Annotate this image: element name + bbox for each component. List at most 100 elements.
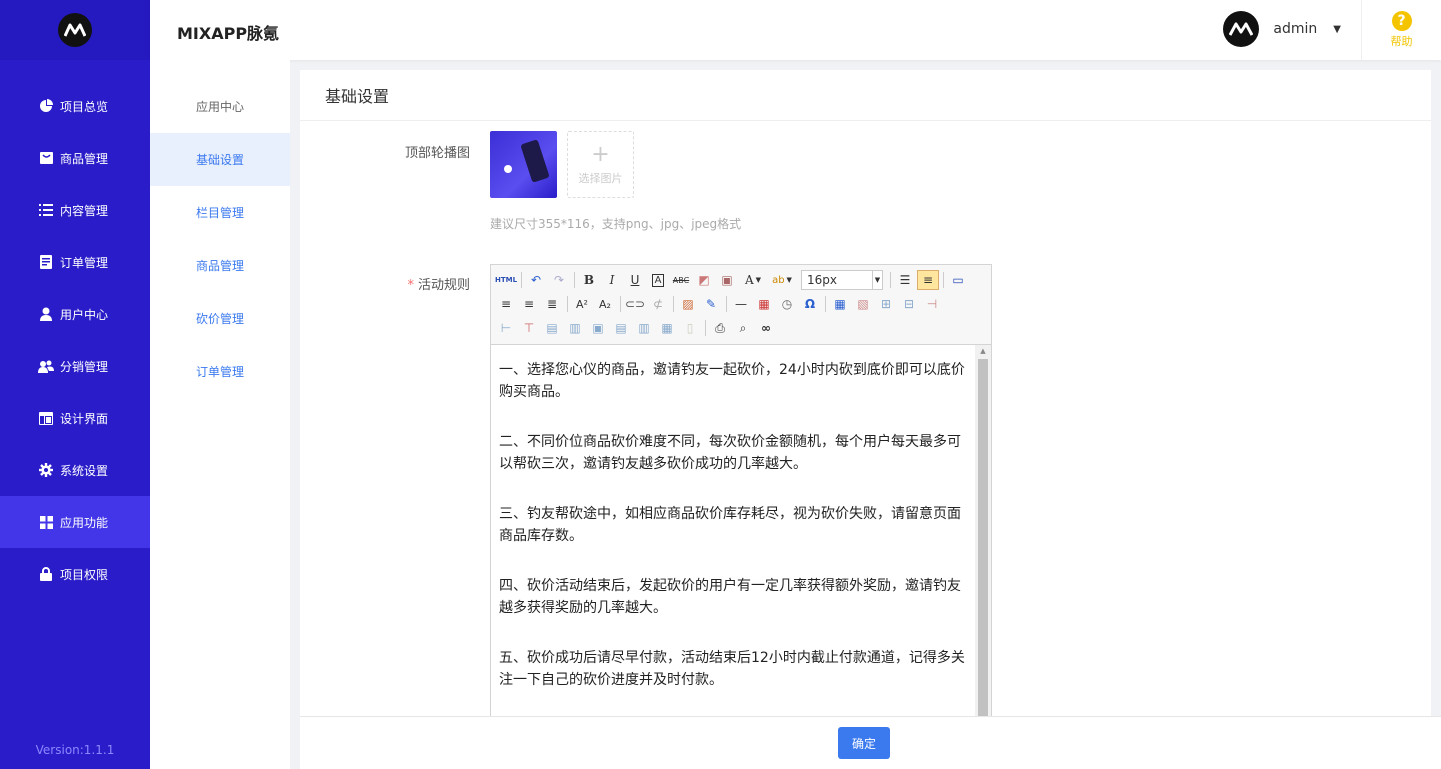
sidebar-item-users[interactable]: 用户中心 (0, 288, 150, 340)
date-icon[interactable]: ▦ (753, 294, 775, 314)
font-border-icon[interactable]: A (647, 270, 669, 290)
print-icon[interactable]: ⎙ (709, 318, 731, 338)
horizontal-rule-icon[interactable]: — (730, 294, 752, 314)
user-icon (38, 306, 54, 322)
list-icon (38, 202, 54, 218)
eraser-icon[interactable]: ◩ (693, 270, 715, 290)
merge-right-icon[interactable]: ▥ (564, 318, 586, 338)
subscript-icon[interactable]: A₂ (594, 294, 616, 314)
redo-icon[interactable]: ↷ (548, 270, 570, 290)
sidebar-item-label: 用户中心 (60, 307, 109, 322)
insert-col-icon[interactable]: ⊣ (921, 294, 943, 314)
time-icon[interactable]: ◷ (776, 294, 798, 314)
carousel-image-thumbnail[interactable] (490, 131, 557, 198)
help-button[interactable]: ? 帮助 (1361, 0, 1441, 60)
sidebar-item-label: 商品管理 (60, 151, 109, 166)
sidebar-item-orders[interactable]: 订单管理 (0, 236, 150, 288)
dot-graphic (504, 165, 512, 173)
table-icon[interactable]: ▦ (829, 294, 851, 314)
subnav-item-app-center[interactable]: 应用中心 (150, 80, 290, 133)
sidebar-item-distribution[interactable]: 分销管理 (0, 340, 150, 392)
html-source-icon[interactable]: HTML (495, 270, 517, 290)
superscript-icon[interactable]: A² (571, 294, 593, 314)
paste-icon[interactable]: ▣ (716, 270, 738, 290)
caret-down-icon[interactable]: ▼ (1333, 24, 1341, 35)
rich-text-editor: HTML ↶ ↷ B I U A ABC ◩ ▣ A ▼ ab ▼ 16px ▼ ☰ … (490, 264, 992, 769)
sidebar-item-design[interactable]: 设计界面 (0, 392, 150, 444)
subnav-item-columns[interactable]: 栏目管理 (150, 186, 290, 239)
sidebar-item-permissions[interactable]: 项目权限 (0, 548, 150, 600)
user-menu[interactable]: admin ▼ (1223, 11, 1341, 47)
subnav-item-products[interactable]: 商品管理 (150, 239, 290, 292)
align-right-icon[interactable]: ≡ (518, 294, 540, 314)
align-center-icon[interactable]: ≡ (495, 294, 517, 314)
delete-table-icon[interactable]: ▧ (852, 294, 874, 314)
subnav-item-orders[interactable]: 订单管理 (150, 345, 290, 398)
merge-cells-icon[interactable]: ▤ (541, 318, 563, 338)
sidebar-item-products[interactable]: 商品管理 (0, 132, 150, 184)
split-rows-icon[interactable]: ▤ (610, 318, 632, 338)
scroll-up-icon[interactable]: ▲ (975, 347, 991, 355)
delete-row-icon[interactable]: ⊟ (898, 294, 920, 314)
sidebar-item-apps[interactable]: 应用功能 (0, 496, 150, 548)
sidebar-item-overview[interactable]: 项目总览 (0, 80, 150, 132)
subnav-item-basic-settings[interactable]: 基础设置 (150, 133, 290, 186)
subnav-item-bargain[interactable]: 砍价管理 (150, 292, 290, 345)
font-size-select[interactable]: 16px ▼ (801, 270, 883, 290)
sidebar: 项目总览 商品管理 内容管理 订单管理 用户中心 分销管理 设计界面 系统设置 (0, 0, 150, 769)
strikethrough-icon[interactable]: ABC (670, 270, 692, 290)
image-icon[interactable]: ▨ (677, 294, 699, 314)
search-icon[interactable]: ⌕ (732, 318, 754, 338)
delete-col-icon[interactable]: ⊢ (495, 318, 517, 338)
underline-icon[interactable]: U (624, 270, 646, 290)
toolbar-separator (943, 272, 944, 288)
merge-down-icon[interactable]: ▣ (587, 318, 609, 338)
sidebar-item-settings[interactable]: 系统设置 (0, 444, 150, 496)
insert-row-icon[interactable]: ⊞ (875, 294, 897, 314)
confirm-button[interactable]: 确定 (838, 727, 890, 759)
scrollbar-thumb[interactable] (978, 359, 988, 768)
highlight-icon[interactable]: ab ▼ (768, 270, 796, 290)
find-replace-icon[interactable]: ∞ (755, 318, 777, 338)
editor-scrollbar[interactable]: ▲ (975, 345, 991, 768)
undo-icon[interactable]: ↶ (525, 270, 547, 290)
toolbar-separator (620, 296, 621, 312)
bold-icon[interactable]: B (578, 270, 600, 290)
align-left-icon[interactable]: ≡ (917, 270, 939, 290)
sidebar-item-label: 项目总览 (60, 99, 109, 114)
sidebar-item-label: 分销管理 (60, 359, 109, 374)
editor-content[interactable]: 一、选择您心仪的商品，邀请钓友一起砍价，24小时内砍到底价即可以底价购买商品。 … (491, 345, 973, 768)
rule-paragraph: 四、砍价活动结束后，发起砍价的用户有一定几率获得额外奖励，邀请钓友越多获得奖励的… (499, 578, 961, 616)
link-icon[interactable]: ⊂⊃ (624, 294, 646, 314)
rule-paragraph: 二、不同价位商品砍价难度不同，每次砍价金额随机，每个用户每天最多可以帮砍三次，邀… (499, 434, 961, 472)
layout-icon (38, 410, 54, 426)
split-cell-icon[interactable]: ⊤ (518, 318, 540, 338)
rule-paragraph: 一、选择您心仪的商品，邀请钓友一起砍价，24小时内砍到底价即可以底价购买商品。 (499, 362, 965, 400)
align-justify-icon[interactable]: ≣ (541, 294, 563, 314)
split-cols-icon[interactable]: ▥ (633, 318, 655, 338)
template-icon[interactable]: ▯ (679, 318, 701, 338)
indent-icon[interactable]: ☰ (894, 270, 916, 290)
special-char-icon[interactable]: Ω (799, 294, 821, 314)
phone-graphic (520, 139, 550, 183)
logo[interactable] (58, 13, 92, 47)
preview-icon[interactable]: ▭ (947, 270, 969, 290)
sidebar-item-content[interactable]: 内容管理 (0, 184, 150, 236)
version-label: Version:1.1.1 (35, 743, 115, 757)
username[interactable]: admin (1273, 21, 1317, 37)
sidebar-item-label: 设计界面 (60, 411, 109, 426)
carousel-label: 顶部轮播图 (404, 146, 470, 161)
font-color-icon[interactable]: A ▼ (739, 270, 767, 290)
app-title: MIXAPP脉氪 (177, 24, 280, 43)
toolbar-separator (890, 272, 891, 288)
avatar[interactable] (1223, 11, 1260, 47)
top-header: MIXAPP脉氪 admin ▼ ? 帮助 (150, 0, 1441, 60)
attachment-icon[interactable]: ✎ (700, 294, 722, 314)
toolbar-separator (521, 272, 522, 288)
cell-props-icon[interactable]: ▦ (656, 318, 678, 338)
sidebar-item-label: 内容管理 (60, 203, 109, 218)
toolbar-separator (567, 296, 568, 312)
italic-icon[interactable]: I (601, 270, 623, 290)
unlink-icon[interactable]: ⊄ (647, 294, 669, 314)
select-image-button[interactable]: + 选择图片 (567, 131, 634, 198)
